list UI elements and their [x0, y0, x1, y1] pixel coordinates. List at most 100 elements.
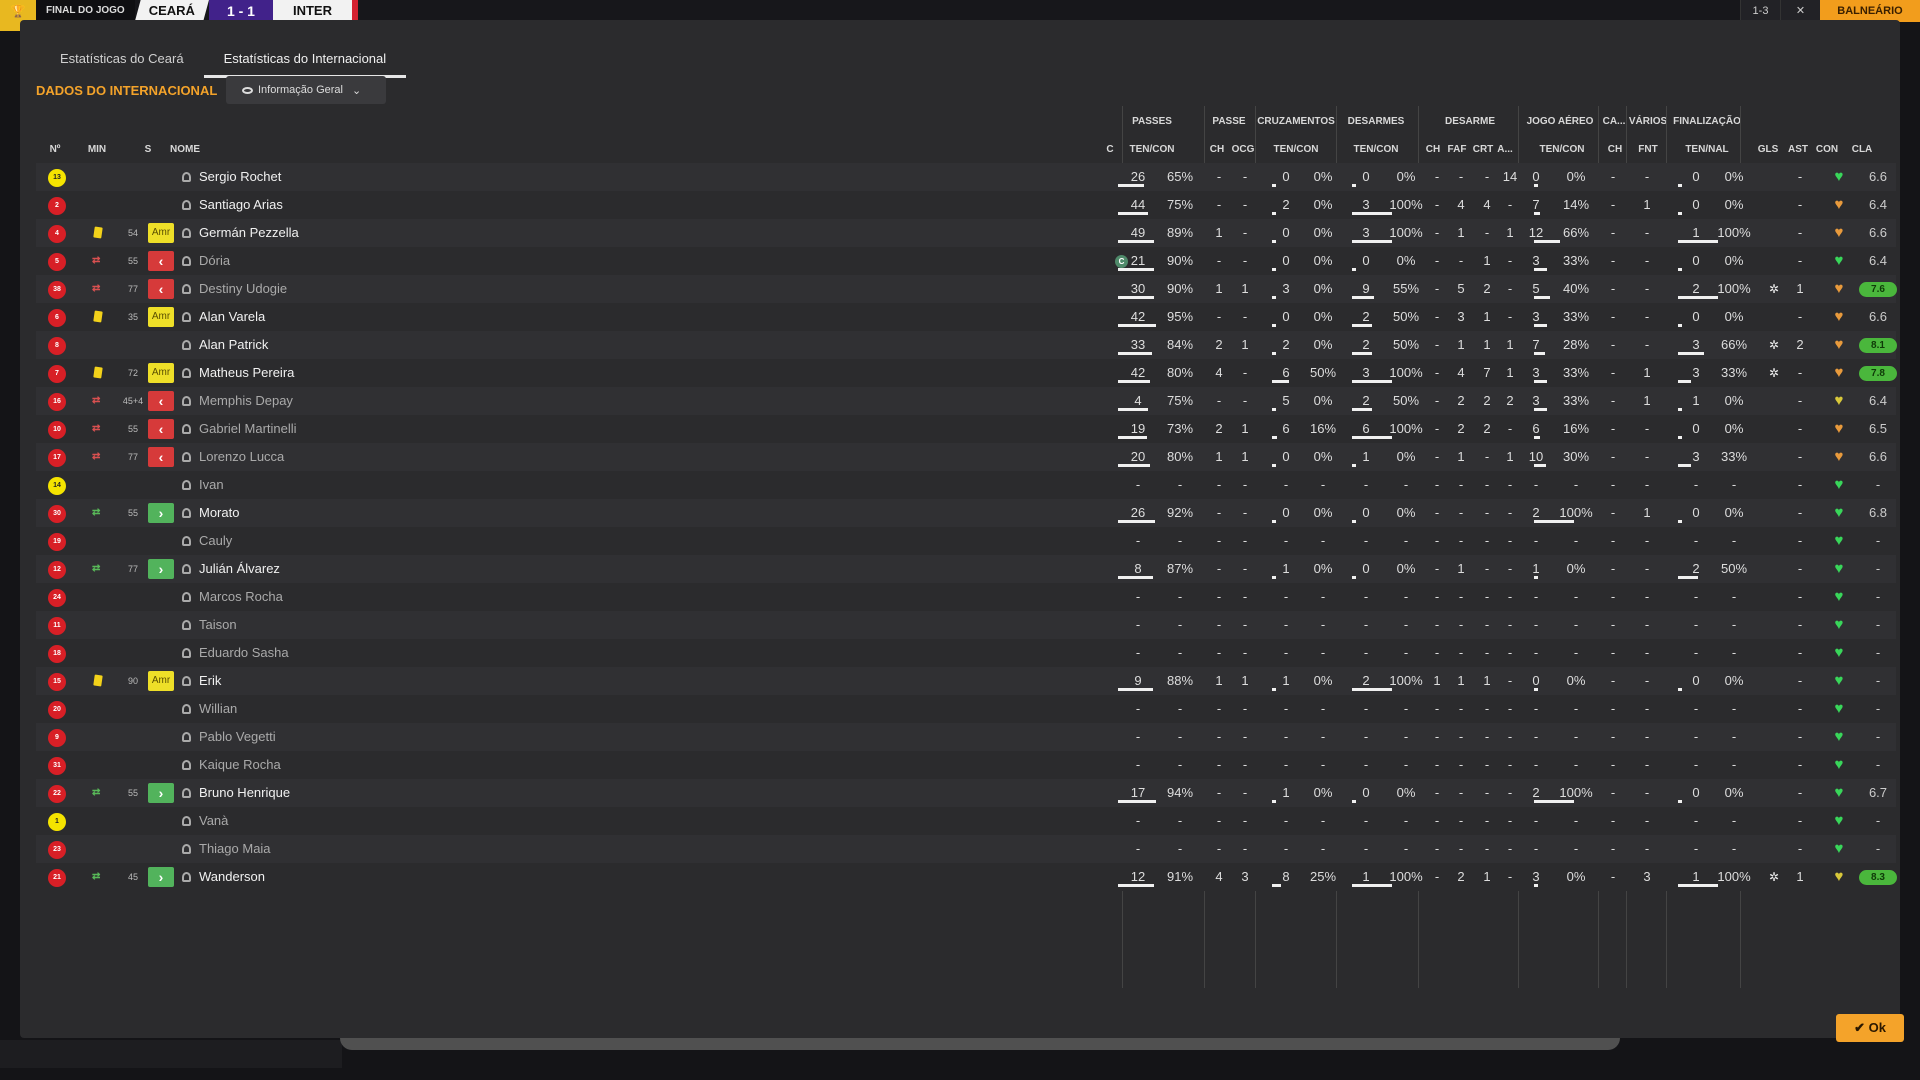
- col-desarme-faf[interactable]: FAF: [1444, 144, 1470, 155]
- table-row[interactable]: 21 ⇄ 45 › Wanderson 12 91% 4 3 8 25% 1 100% -2 1-3 0% -3…: [36, 863, 1897, 891]
- col-passe-ocg[interactable]: OCG: [1230, 144, 1256, 155]
- player-name[interactable]: Erik: [199, 667, 221, 695]
- player-name[interactable]: Marcos Rocha: [199, 583, 283, 611]
- table-row[interactable]: 7 72 Amr Matheus Pereira 42 80% 4-6 50% 3 100% -4 7…: [36, 359, 1897, 387]
- col-passe-ch[interactable]: CH: [1206, 144, 1228, 155]
- player-name[interactable]: Pablo Vegetti: [199, 723, 276, 751]
- player-name[interactable]: Gabriel Martinelli: [199, 415, 297, 443]
- other-score[interactable]: 1-3: [1740, 0, 1780, 22]
- view-dropdown[interactable]: Informação Geral ⌄: [226, 76, 386, 104]
- table-row[interactable]: 2 Santiago Arias 44 75% - -2 0% 3 100% -4 4-7 14% -1…: [36, 191, 1896, 219]
- table-row[interactable]: 8 Alan Patrick 33 84% 2 1 2 0% 2 50% -1 1 1 7 28% - -3 66…: [36, 331, 1897, 359]
- col-cla[interactable]: CLA: [1846, 144, 1878, 155]
- table-row[interactable]: 9 Pablo Vegetti - - - - - - - - - - - - - - - - - - - ♥ -: [36, 723, 1896, 751]
- table-row[interactable]: 11 Taison - - - - - - - - - - - - - - - - - - - ♥ -: [36, 611, 1896, 639]
- stat-ast: -: [1797, 253, 1803, 268]
- col-desarme-a[interactable]: A...: [1494, 144, 1516, 155]
- tab-ceara-stats[interactable]: Estatísticas do Ceará: [40, 42, 204, 78]
- stat-ds-pct: -: [1403, 841, 1409, 856]
- player-name[interactable]: Morato: [199, 499, 239, 527]
- table-row[interactable]: 38 ⇄ 77 ‹ Destiny Udogie 30 90% 1 1 3 0% 9 55% -5 2-5 4…: [36, 275, 1897, 303]
- player-name[interactable]: Lorenzo Lucca: [199, 443, 284, 471]
- player-name[interactable]: Alan Varela: [199, 303, 265, 331]
- player-name[interactable]: Cauly: [199, 527, 232, 555]
- table-row[interactable]: 30 ⇄ 55 › Morato 26 92% - -0 0% 0 0% - - - -2 100% -1 0 0% -…: [36, 499, 1896, 527]
- table-row[interactable]: 19 Cauly - - - - - - - - - - - - - - - - - - - ♥ -: [36, 527, 1896, 555]
- stat-fnt: -: [1644, 253, 1650, 268]
- dressing-room-button[interactable]: BALNEÁRIO: [1820, 0, 1920, 22]
- table-row[interactable]: 12 ⇄ 77 › Julián Álvarez 8 87% - -1 0% 0 0% -1- -1 0% -…: [36, 555, 1896, 583]
- header-finalizacao: FINALIZAÇÃO: [1673, 116, 1741, 127]
- col-c[interactable]: C: [1100, 144, 1120, 155]
- table-row[interactable]: 23 Thiago Maia - - - - - - - - - - - - - - - - - - - ♥ -: [36, 835, 1896, 863]
- minutes: 35: [127, 312, 138, 322]
- ok-button[interactable]: ✔ Ok: [1836, 1014, 1904, 1042]
- table-row[interactable]: 24 Marcos Rocha - - - - - - - - - - - - - - - - - - - ♥ -: [36, 583, 1896, 611]
- shirt-number: 6: [48, 309, 66, 327]
- stat-crt: -: [1484, 561, 1490, 576]
- col-aereo-tencon[interactable]: TEN/CON: [1532, 144, 1592, 155]
- player-name[interactable]: Eduardo Sasha: [199, 639, 289, 667]
- condition-heart-icon: ♥: [1834, 588, 1844, 605]
- col-min[interactable]: MIN: [82, 144, 112, 155]
- ok-button-label: Ok: [1868, 1020, 1886, 1035]
- col-passes-tencon[interactable]: TEN/CON: [1122, 144, 1182, 155]
- col-ca-ch[interactable]: CH: [1604, 144, 1626, 155]
- col-desarme-ch[interactable]: CH: [1422, 144, 1444, 155]
- stat-crt: -: [1484, 169, 1490, 184]
- condition-heart-icon: ♥: [1834, 504, 1844, 521]
- player-name[interactable]: Vanà: [199, 807, 228, 835]
- col-s[interactable]: S: [138, 144, 158, 155]
- table-row[interactable]: 5 ⇄ 55 ‹ Dória C 21 90% - -0 0% 0 0% - -1-3 33% - -0 0% - ♥ 6…: [36, 247, 1896, 275]
- player-name[interactable]: Dória: [199, 247, 230, 275]
- player-name[interactable]: Wanderson: [199, 863, 265, 891]
- stat-ast: -: [1797, 393, 1803, 408]
- player-name[interactable]: Julián Álvarez: [199, 555, 280, 583]
- player-name[interactable]: Kaique Rocha: [199, 751, 281, 779]
- player-name[interactable]: Taison: [199, 611, 237, 639]
- tab-internacional-stats[interactable]: Estatísticas do Internacional: [203, 42, 407, 78]
- player-name[interactable]: Willian: [199, 695, 237, 723]
- subbed-off-icon: ‹: [148, 279, 174, 299]
- table-row[interactable]: 18 Eduardo Sasha - - - - - - - - - - - - - - - - - - - ♥ -: [36, 639, 1896, 667]
- table-row[interactable]: 20 Willian - - - - - - - - - - - - - - - - - - - ♥ -: [36, 695, 1896, 723]
- col-fin-tennal[interactable]: TEN/NAL: [1676, 144, 1738, 155]
- condition-heart-icon: ♥: [1834, 252, 1844, 269]
- close-icon[interactable]: ✕: [1780, 0, 1820, 22]
- table-row[interactable]: 1 Vanà - - - - - - - - - - - - - - - - - - - ♥ -: [36, 807, 1896, 835]
- player-name[interactable]: Bruno Henrique: [199, 779, 290, 807]
- player-name[interactable]: Ivan: [199, 471, 224, 499]
- col-con[interactable]: CON: [1814, 144, 1840, 155]
- table-row[interactable]: 15 90 Amr Erik 9 88% 1 1 1 0% 2 100% 1 1 1-0 0% - -0 0% - ♥ -: [36, 667, 1896, 695]
- stat-crt: -: [1484, 729, 1490, 744]
- col-varios-fnt[interactable]: FNT: [1632, 144, 1664, 155]
- table-row[interactable]: 14 Ivan - - - - - - - - - - - - - - - - - - - ♥ -: [36, 471, 1896, 499]
- table-row[interactable]: 10 ⇄ 55 ‹ Gabriel Martinelli 19 73% 2 1 6 16% 6 100%…: [36, 415, 1896, 443]
- table-row[interactable]: 17 ⇄ 77 ‹ Lorenzo Lucca 20 80% 1 1 0 0% 1 0% -1-1 10 30…: [36, 443, 1896, 471]
- stat-bar: [1678, 520, 1682, 523]
- player-name[interactable]: Sergio Rochet: [199, 163, 281, 191]
- player-name[interactable]: Destiny Udogie: [199, 275, 287, 303]
- table-row[interactable]: 6 35 Amr Alan Varela 42 95% - -0 0% 2 50% -3 1-3 33% -…: [36, 303, 1896, 331]
- stat-bar: [1352, 380, 1392, 383]
- table-row[interactable]: 16 ⇄ 45+4 ‹ Memphis Depay 4 75% - -5 0% 2 50% -2 2 2 3 3…: [36, 387, 1896, 415]
- player-name[interactable]: Memphis Depay: [199, 387, 293, 415]
- table-row[interactable]: 13 Sergio Rochet 26 65% - -0 0% 0 0% - - -14 0 0% - -0 0…: [36, 163, 1896, 191]
- col-ast[interactable]: AST: [1786, 144, 1810, 155]
- player-name[interactable]: Alan Patrick: [199, 331, 268, 359]
- table-row[interactable]: 4 54 Amr Germán Pezzella 49 89% 1-0 0% 3 100% -1-1…: [36, 219, 1896, 247]
- table-row[interactable]: 22 ⇄ 55 › Bruno Henrique 17 94% - -1 0% 0 0% - - - -2 10…: [36, 779, 1896, 807]
- col-desarme-crt[interactable]: CRT: [1470, 144, 1496, 155]
- col-gls[interactable]: GLS: [1756, 144, 1780, 155]
- shirt-number: 2: [48, 197, 66, 215]
- col-nome[interactable]: NOME: [160, 144, 210, 155]
- table-row[interactable]: 31 Kaique Rocha - - - - - - - - - - - - - - - - - - - ♥ -: [36, 751, 1896, 779]
- col-des-tencon[interactable]: TEN/CON: [1346, 144, 1406, 155]
- player-name[interactable]: Germán Pezzella: [199, 219, 299, 247]
- col-num[interactable]: Nº: [40, 144, 70, 155]
- player-name[interactable]: Thiago Maia: [199, 835, 271, 863]
- stat-cr-pct: 0%: [1313, 169, 1333, 184]
- player-name[interactable]: Santiago Arias: [199, 191, 283, 219]
- col-cruz-tencon[interactable]: TEN/CON: [1266, 144, 1326, 155]
- player-name[interactable]: Matheus Pereira: [199, 359, 294, 387]
